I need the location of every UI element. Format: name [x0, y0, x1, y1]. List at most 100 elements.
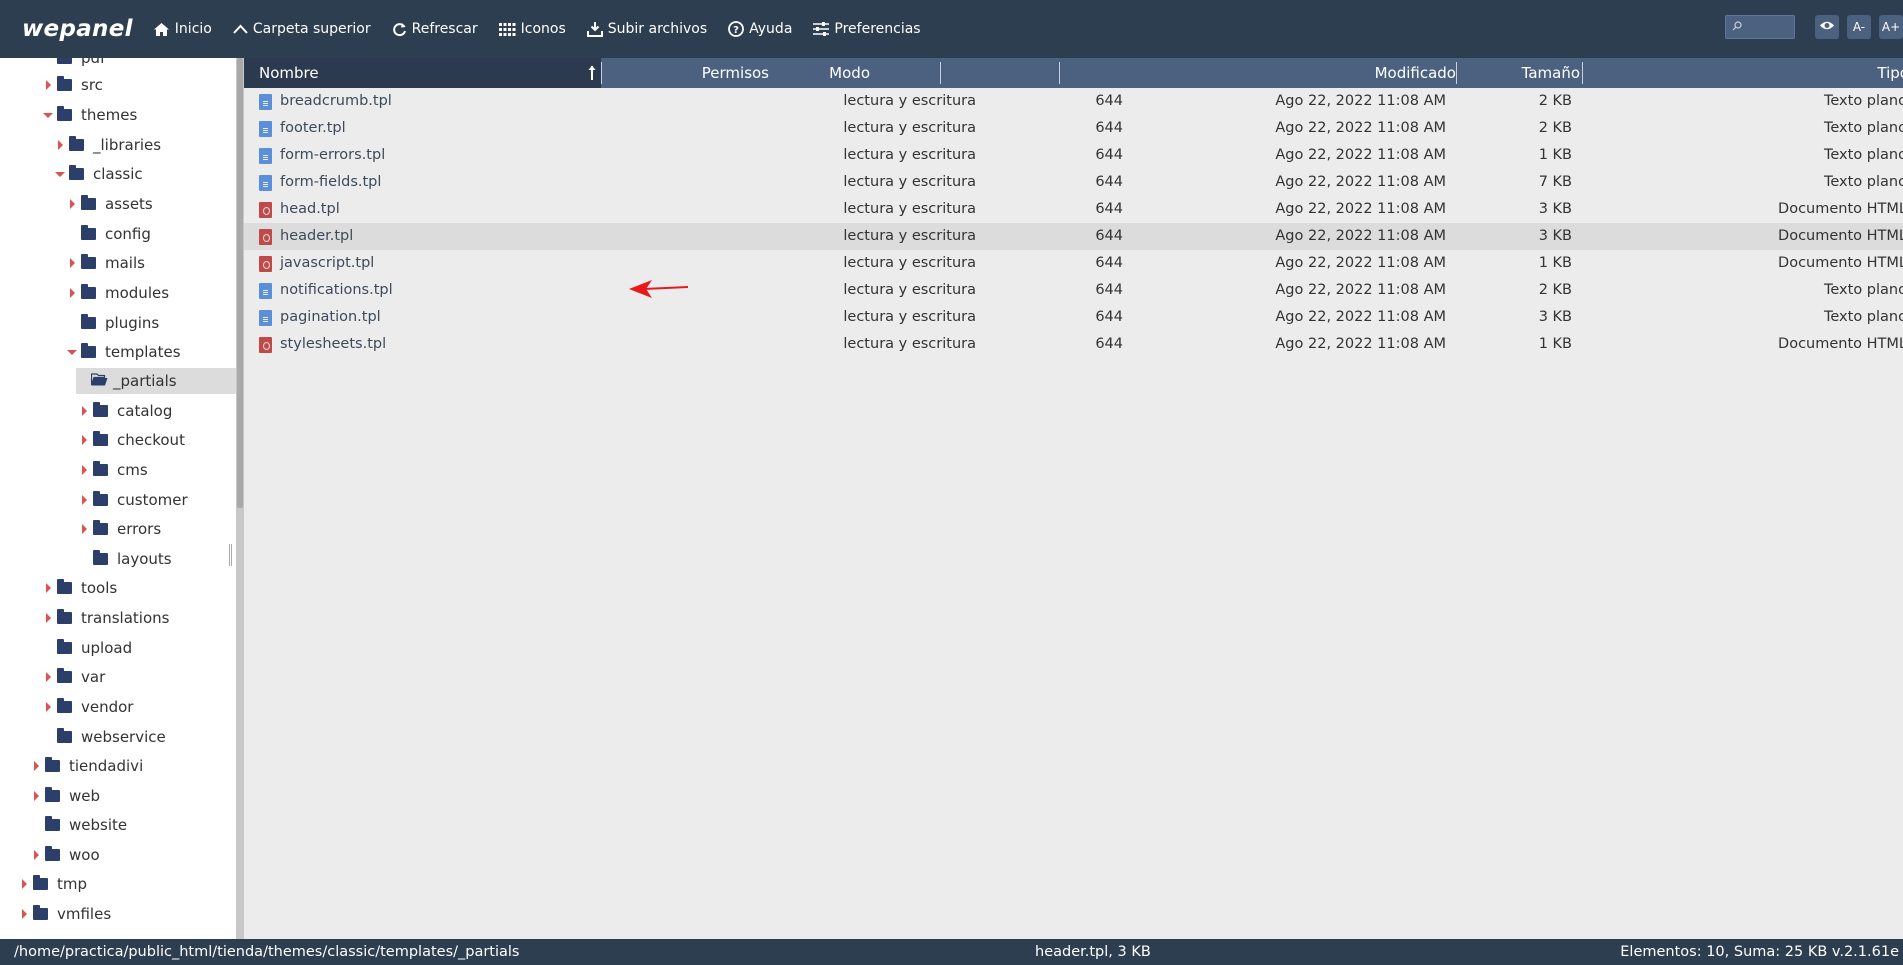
tree-item[interactable]: themes	[42, 102, 137, 128]
preview-toggle-button[interactable]	[1815, 15, 1839, 39]
search-box[interactable]	[1725, 15, 1795, 39]
column-header-perms[interactable]: Permisos	[702, 58, 769, 88]
file-row[interactable]: footer.tpl lectura y escritura 644 Ago 22, …	[244, 115, 1903, 142]
expand-caret-icon[interactable]	[30, 790, 42, 802]
font-decrease-button[interactable]: A-	[1847, 15, 1871, 39]
column-header-mode[interactable]: Modo	[829, 58, 870, 88]
tree-item[interactable]: plugins	[66, 310, 159, 336]
preferences-button[interactable]: Preferencias	[813, 21, 921, 37]
expand-caret-icon[interactable]	[42, 701, 54, 713]
sidebar-scrollbar-thumb[interactable]	[237, 58, 243, 508]
expand-caret-icon[interactable]	[30, 760, 42, 772]
expand-caret-icon[interactable]	[78, 464, 90, 476]
file-row[interactable]: form-errors.tpl lectura y escritura 644 Ago…	[244, 142, 1903, 169]
column-separator[interactable]	[1582, 62, 1583, 84]
upload-button[interactable]: Subir archivos	[586, 21, 708, 37]
folder-icon	[93, 461, 108, 476]
resize-handle[interactable]	[229, 544, 232, 566]
tree-item-label: tools	[81, 579, 118, 597]
file-row[interactable]: pagination.tpl lectura y escritura 644 Ago …	[244, 304, 1903, 331]
file-mode: 644	[1095, 282, 1123, 298]
tree-item[interactable]: templates	[66, 339, 181, 365]
text-file-icon	[259, 310, 272, 326]
folder-icon	[69, 165, 84, 180]
help-button[interactable]: ? Ayuda	[728, 21, 792, 37]
file-size: 1 KB	[1538, 336, 1572, 352]
refresh-button[interactable]: Refrescar	[392, 21, 478, 37]
tree-item[interactable]: modules	[66, 280, 169, 306]
expand-caret-icon[interactable]	[78, 434, 90, 446]
column-header-size[interactable]: Tamaño	[1522, 58, 1580, 88]
tree-item-selected[interactable]: _partials	[76, 368, 236, 394]
tree-item[interactable]: mails	[66, 250, 145, 276]
file-row[interactable]: head.tpl lectura y escritura 644 Ago 22, 20…	[244, 196, 1903, 223]
file-row[interactable]: stylesheets.tpl lectura y escritura 644 Ago…	[244, 331, 1903, 358]
tree-item[interactable]: layouts	[78, 546, 172, 572]
file-mode: 644	[1095, 255, 1123, 271]
collapse-caret-icon[interactable]	[54, 168, 66, 180]
tree-item[interactable]: checkout	[78, 427, 185, 453]
expand-caret-icon[interactable]	[18, 878, 30, 890]
column-separator[interactable]	[1456, 62, 1457, 84]
expand-caret-icon[interactable]	[78, 405, 90, 417]
file-row[interactable]: notifications.tpl lectura y escritura 644 A…	[244, 277, 1903, 304]
expand-caret-icon[interactable]	[30, 849, 42, 861]
expand-caret-icon[interactable]	[18, 908, 30, 920]
tree-item[interactable]: src	[42, 72, 103, 98]
status-bar: /home/practica/public_html/tienda/themes…	[0, 939, 1903, 965]
upload-label: Subir archivos	[607, 21, 708, 37]
tree-item[interactable]: _libraries	[54, 132, 161, 158]
tree-item[interactable]: classic	[54, 161, 143, 187]
tree-item[interactable]: web	[30, 783, 100, 809]
tree-item[interactable]: woo	[30, 842, 100, 868]
tree-item[interactable]: errors	[78, 516, 161, 542]
tree-item[interactable]: vendor	[42, 694, 133, 720]
tree-item[interactable]: tmp	[18, 871, 87, 897]
column-separator[interactable]	[601, 62, 602, 84]
tree-item[interactable]: assets	[66, 191, 153, 217]
expand-caret-icon[interactable]	[78, 494, 90, 506]
tree-item[interactable]: upload	[42, 635, 132, 661]
tree-item[interactable]: cms	[78, 457, 148, 483]
tree-item[interactable]: pdf	[42, 58, 105, 71]
file-name: pagination.tpl	[280, 309, 381, 325]
column-separator[interactable]	[940, 62, 941, 84]
expand-caret-icon[interactable]	[54, 139, 66, 151]
tree-item[interactable]: translations	[42, 605, 169, 631]
file-size: 2 KB	[1538, 282, 1572, 298]
file-row[interactable]: breadcrumb.tpl lectura y escritura 644 Ago …	[244, 88, 1903, 115]
expand-caret-icon[interactable]	[66, 257, 78, 269]
folder-icon	[57, 609, 72, 624]
expand-caret-icon[interactable]	[42, 671, 54, 683]
tree-item[interactable]: config	[66, 221, 151, 247]
expand-caret-icon[interactable]	[66, 287, 78, 299]
tree-item[interactable]: vmfiles	[18, 901, 111, 927]
column-separator[interactable]	[1059, 62, 1060, 84]
parent-folder-button[interactable]: Carpeta superior	[233, 21, 371, 37]
tree-item[interactable]: customer	[78, 487, 188, 513]
column-header-name[interactable]: Nombre	[244, 58, 601, 88]
tree-item[interactable]: catalog	[78, 398, 172, 424]
collapse-caret-icon[interactable]	[66, 346, 78, 358]
search-input[interactable]	[1742, 20, 1782, 34]
file-row-hovered[interactable]: header.tpl lectura y escritura 644 Ago 22, …	[244, 223, 1903, 250]
collapse-caret-icon[interactable]	[42, 109, 54, 121]
icons-view-button[interactable]: Iconos	[498, 21, 566, 37]
font-increase-button[interactable]: A+	[1879, 15, 1903, 39]
file-row[interactable]: javascript.tpl lectura y escritura 644 Ago …	[244, 250, 1903, 277]
expand-caret-icon[interactable]	[42, 612, 54, 624]
file-perms: lectura y escritura	[843, 228, 976, 244]
expand-caret-icon[interactable]	[78, 523, 90, 535]
tree-item[interactable]: tiendadivi	[30, 753, 143, 779]
column-header-type[interactable]: Tipo	[1877, 58, 1903, 88]
tree-item[interactable]: tools	[42, 575, 117, 601]
file-row[interactable]: form-fields.tpl lectura y escritura 644 Ago…	[244, 169, 1903, 196]
home-button[interactable]: Inicio	[153, 21, 212, 37]
expand-caret-icon[interactable]	[42, 79, 54, 91]
tree-item[interactable]: webservice	[42, 724, 166, 750]
expand-caret-icon[interactable]	[42, 582, 54, 594]
column-header-modified[interactable]: Modificado	[1375, 58, 1456, 88]
tree-item[interactable]: var	[42, 664, 105, 690]
expand-caret-icon[interactable]	[66, 198, 78, 210]
tree-item[interactable]: website	[30, 812, 127, 838]
